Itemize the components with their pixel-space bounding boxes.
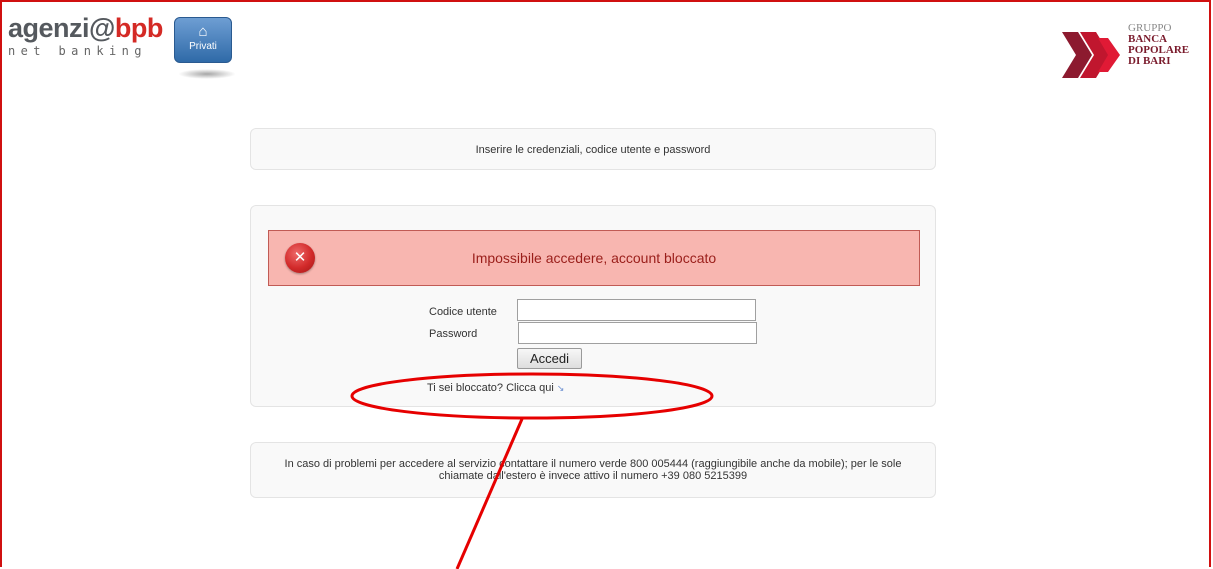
annotation-overlay — [350, 372, 714, 569]
highlight-ellipse — [350, 372, 714, 420]
annotation-arrow-line — [455, 418, 524, 569]
